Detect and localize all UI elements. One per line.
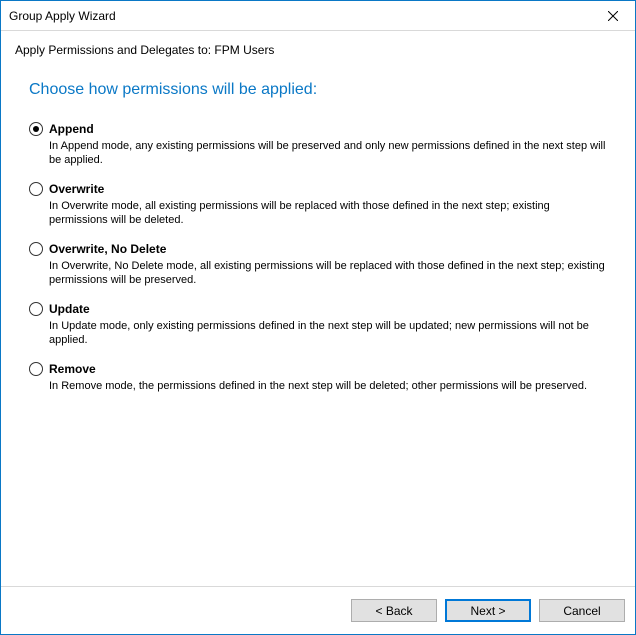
option-description: In Overwrite mode, all existing permissi… — [49, 199, 609, 227]
radio-overwrite[interactable] — [29, 182, 43, 196]
radio-overwrite-no-delete[interactable] — [29, 242, 43, 256]
option-remove[interactable]: Remove In Remove mode, the permissions d… — [29, 361, 615, 393]
option-label: Update — [49, 301, 615, 317]
titlebar: Group Apply Wizard — [1, 1, 635, 31]
close-button[interactable] — [590, 1, 635, 30]
option-label: Overwrite, No Delete — [49, 241, 615, 257]
close-icon — [608, 11, 618, 21]
option-description: In Remove mode, the permissions defined … — [49, 379, 609, 393]
page-heading: Choose how permissions will be applied: — [29, 81, 615, 99]
radio-remove[interactable] — [29, 362, 43, 376]
radio-update[interactable] — [29, 302, 43, 316]
cancel-button[interactable]: Cancel — [539, 599, 625, 622]
footer: < Back Next > Cancel — [1, 586, 635, 634]
option-update[interactable]: Update In Update mode, only existing per… — [29, 301, 615, 347]
next-button[interactable]: Next > — [445, 599, 531, 622]
option-append[interactable]: Append In Append mode, any existing perm… — [29, 121, 615, 167]
option-description: In Append mode, any existing permissions… — [49, 139, 609, 167]
option-label: Remove — [49, 361, 615, 377]
option-label: Overwrite — [49, 181, 615, 197]
option-overwrite-no-delete[interactable]: Overwrite, No Delete In Overwrite, No De… — [29, 241, 615, 287]
content-area: Choose how permissions will be applied: … — [1, 63, 635, 586]
option-label: Append — [49, 121, 615, 137]
wizard-window: Group Apply Wizard Apply Permissions and… — [0, 0, 636, 635]
window-title: Group Apply Wizard — [9, 9, 116, 23]
radio-append[interactable] — [29, 122, 43, 136]
back-button[interactable]: < Back — [351, 599, 437, 622]
option-description: In Overwrite, No Delete mode, all existi… — [49, 259, 609, 287]
option-description: In Update mode, only existing permission… — [49, 319, 609, 347]
option-overwrite[interactable]: Overwrite In Overwrite mode, all existin… — [29, 181, 615, 227]
subtitle: Apply Permissions and Delegates to: FPM … — [1, 31, 635, 63]
